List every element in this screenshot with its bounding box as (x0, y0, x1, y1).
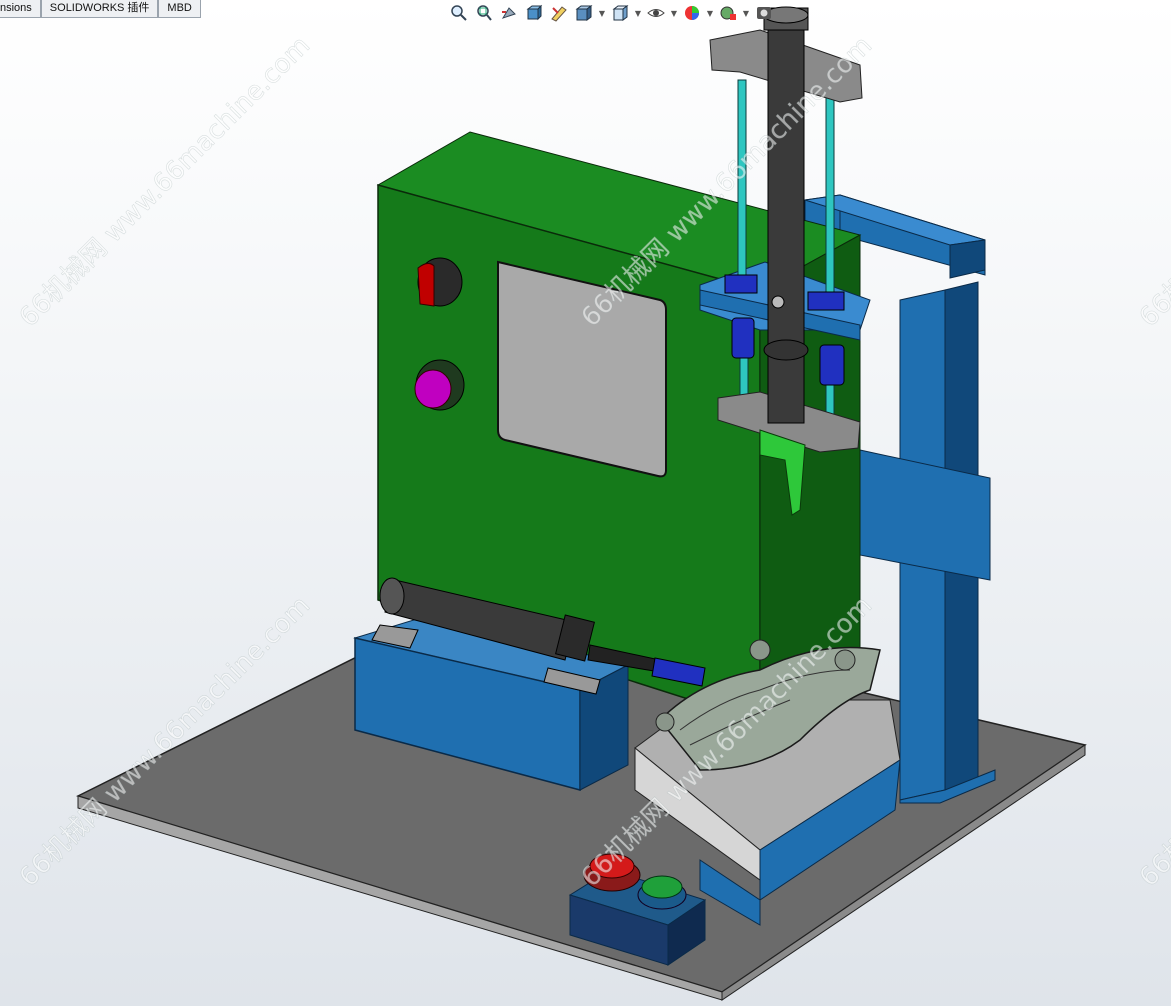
zoom-to-fit-icon[interactable] (448, 2, 470, 24)
display-style-dropdown[interactable]: ▼ (598, 2, 606, 24)
selector-switch (417, 257, 463, 307)
display-style-icon[interactable] (573, 2, 595, 24)
emergency-purple-button (414, 359, 465, 411)
graphics-area[interactable]: 66机械网 www.66machine.com 66机械网 www.66mach… (0, 0, 1171, 1006)
tab-solidworks-addins[interactable]: SOLIDWORKS 插件 (40, 0, 159, 18)
apply-scene-dropdown[interactable]: ▼ (742, 2, 750, 24)
hide-show-items-icon[interactable] (645, 2, 667, 24)
edit-appearance-icon[interactable] (681, 2, 703, 24)
edit-appearance-dropdown[interactable]: ▼ (706, 2, 714, 24)
previous-view-icon[interactable] (498, 2, 520, 24)
heads-up-view-toolbar: ▼ ▼ ▼ ▼ ▼ (448, 0, 775, 26)
watermark-text: 66机械网 www.66machine.com (14, 31, 316, 333)
tab-mbd[interactable]: MBD (158, 0, 201, 18)
watermark-edge-text: 66机 (1134, 270, 1171, 333)
dynamic-annotation-icon[interactable] (548, 2, 570, 24)
hide-show-dropdown[interactable]: ▼ (670, 2, 678, 24)
view-orientation-dropdown[interactable]: ▼ (634, 2, 642, 24)
green-start-button (637, 875, 687, 910)
apply-scene-icon[interactable] (717, 2, 739, 24)
view-settings-icon[interactable] (753, 2, 775, 24)
view-orientation-icon[interactable] (609, 2, 631, 24)
tab-dimensions[interactable]: nsions (0, 0, 41, 18)
watermark-edge-text: 66机 (1134, 830, 1171, 893)
zoom-to-area-icon[interactable] (473, 2, 495, 24)
command-manager-tabs: nsions SOLIDWORKS 插件 MBD (0, 0, 201, 18)
section-view-icon[interactable] (523, 2, 545, 24)
